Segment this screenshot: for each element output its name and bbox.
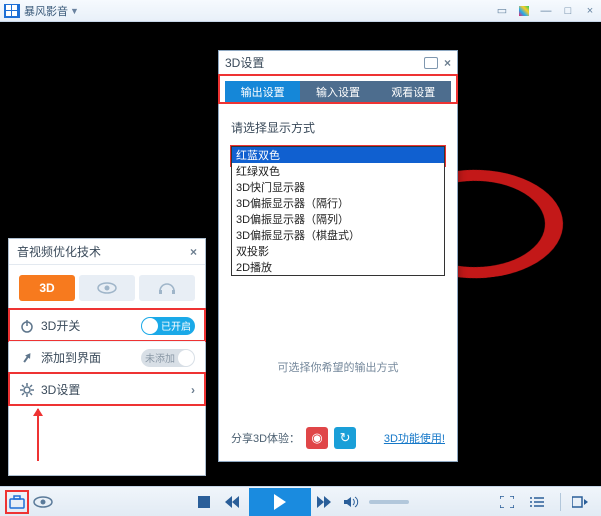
toolbox-button[interactable] — [6, 491, 28, 513]
next-button[interactable] — [313, 491, 335, 513]
playlist-button[interactable] — [526, 491, 548, 513]
option[interactable]: 3D偏振显示器（棋盘式） — [232, 227, 444, 243]
player-controls — [0, 486, 601, 516]
pin-icon — [19, 351, 35, 365]
chevron-right-icon: › — [191, 383, 195, 397]
title-dropdown-icon[interactable]: ▼ — [70, 6, 79, 16]
divider — [560, 493, 561, 511]
add-ui-toggle[interactable]: 未添加 — [141, 349, 195, 367]
option[interactable]: 3D快门显示器 — [232, 179, 444, 195]
collapse-button[interactable] — [569, 491, 591, 513]
3d-panel-title: 3D设置 — [225, 54, 264, 71]
weibo-icon[interactable]: ◉ — [306, 427, 328, 449]
row-3d-settings[interactable]: 3D设置 › — [9, 373, 205, 405]
app-title: 暴风影音 — [24, 3, 68, 19]
3d-switch-toggle[interactable]: 已开启 — [141, 317, 195, 335]
thumbs-up-icon[interactable] — [424, 57, 438, 69]
volume-slider[interactable] — [369, 500, 409, 504]
settings-label: 3D设置 — [41, 381, 80, 398]
3d-settings-panel: 3D设置 × 输出设置 输入设置 观看设置 请选择显示方式 红蓝双色 ▼ 红蓝双… — [218, 50, 458, 462]
eye-icon — [97, 282, 117, 294]
gear-icon — [19, 383, 35, 397]
headphone-icon — [157, 281, 177, 295]
tab-output[interactable]: 输出设置 — [225, 81, 300, 103]
play-icon — [274, 494, 286, 510]
app-logo-icon — [4, 4, 20, 18]
av-optimize-panel: 音视频优化技术 × 3D 3D开关 已开启 添加到界面 未添加 3D设置 › — [8, 238, 206, 476]
share-icon[interactable]: ↻ — [334, 427, 356, 449]
share-label: 分享3D体验： — [231, 430, 300, 446]
add-label: 添加到界面 — [41, 349, 101, 366]
titlebar: 暴风影音 ▼ ▭ — □ × — [0, 0, 601, 22]
volume-button[interactable] — [341, 491, 363, 513]
power-icon — [19, 319, 35, 333]
minimize-icon[interactable]: — — [539, 4, 553, 18]
option[interactable]: 3D偏振显示器（隔行） — [232, 195, 444, 211]
display-mode-dropdown: 红蓝双色 红绿双色 3D快门显示器 3D偏振显示器（隔行） 3D偏振显示器（隔列… — [231, 146, 445, 276]
select-label: 请选择显示方式 — [231, 119, 445, 136]
left-eye-button[interactable] — [32, 491, 54, 513]
row-3d-switch: 3D开关 已开启 — [9, 309, 205, 341]
av-panel-title: 音视频优化技术 — [17, 243, 101, 260]
maximize-icon[interactable]: □ — [561, 4, 575, 18]
stop-button[interactable] — [193, 491, 215, 513]
theme-icon[interactable] — [517, 4, 531, 18]
option[interactable]: 红绿双色 — [232, 163, 444, 179]
prev-button[interactable] — [221, 491, 243, 513]
row-add-ui: 添加到界面 未添加 — [9, 341, 205, 373]
3d-panel-close-icon[interactable]: × — [444, 56, 451, 70]
mode-3d-button[interactable]: 3D — [19, 275, 75, 301]
option[interactable]: 2D播放 — [232, 259, 444, 275]
option[interactable]: 红蓝双色 — [232, 147, 444, 163]
option[interactable]: 3D偏振显示器（隔列） — [232, 211, 444, 227]
annotation-arrow — [37, 409, 39, 461]
mode-audio-button[interactable] — [139, 275, 195, 301]
3d-help-link[interactable]: 3D功能使用! — [384, 430, 445, 446]
av-panel-close-icon[interactable]: × — [190, 245, 197, 259]
tab-view[interactable]: 观看设置 — [376, 81, 451, 103]
close-icon[interactable]: × — [583, 4, 597, 18]
switch-label: 3D开关 — [41, 317, 80, 334]
3d-tabs: 输出设置 输入设置 观看设置 — [219, 75, 457, 103]
option[interactable]: 双投影 — [232, 243, 444, 259]
feedback-icon[interactable]: ▭ — [495, 4, 509, 18]
play-button[interactable] — [249, 488, 311, 516]
mode-eye-button[interactable] — [79, 275, 135, 301]
fullscreen-button[interactable] — [496, 491, 518, 513]
tab-input[interactable]: 输入设置 — [300, 81, 375, 103]
output-hint: 可选择你希望的输出方式 — [219, 359, 457, 375]
